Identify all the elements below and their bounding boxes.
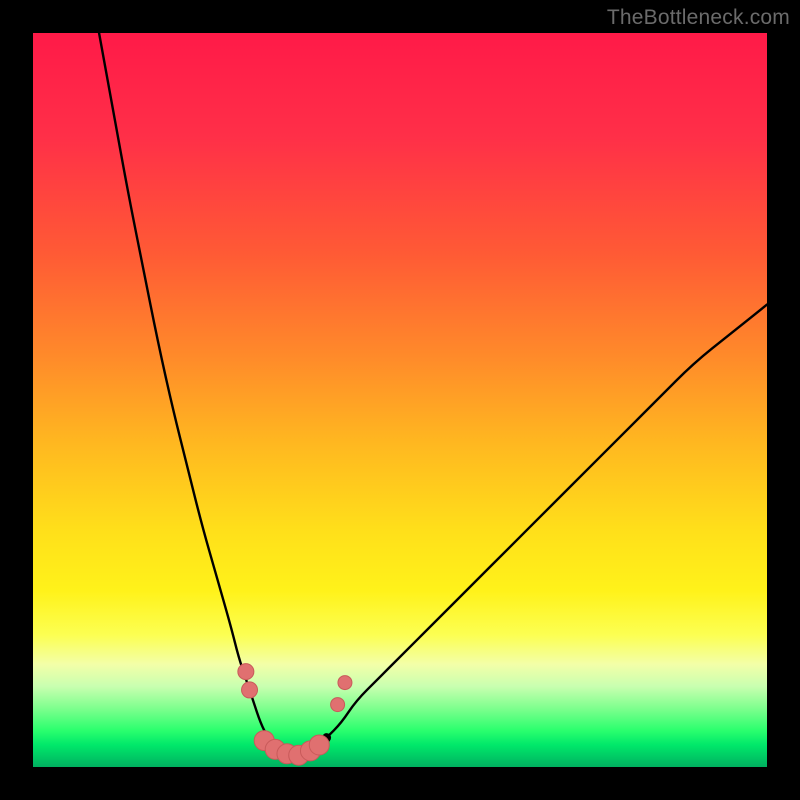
bottleneck-curve — [33, 33, 767, 767]
curve-lines — [99, 33, 767, 759]
marker-floor-f — [309, 735, 329, 755]
watermark-text: TheBottleneck.com — [607, 6, 790, 30]
series-left-branch — [99, 33, 268, 738]
marker-left-cluster-lower — [242, 682, 258, 698]
curve-markers — [238, 664, 352, 766]
marker-left-cluster-upper — [238, 664, 254, 680]
marker-right-cluster-lower — [331, 698, 345, 712]
series-right-branch — [327, 305, 767, 738]
plot-area — [33, 33, 767, 767]
marker-right-cluster-upper — [338, 676, 352, 690]
chart-frame: TheBottleneck.com — [0, 0, 800, 800]
